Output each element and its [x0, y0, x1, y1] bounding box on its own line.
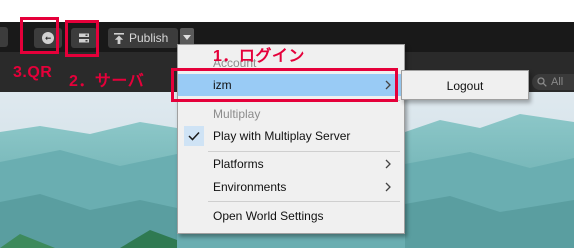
chevron-right-icon	[385, 159, 391, 169]
menu-item-open-world-settings-label: Open World Settings	[213, 209, 324, 223]
menu-item-play-multiplay[interactable]: Play with Multiplay Server	[178, 125, 404, 147]
menu-item-open-world-settings[interactable]: Open World Settings	[178, 205, 404, 227]
server-annotation-label: 2．サーバ	[69, 73, 145, 90]
menu-header-multiplay: Multiplay	[213, 107, 261, 121]
triangle-down-icon	[183, 35, 191, 40]
publish-button-label: Publish	[129, 31, 169, 45]
search-input[interactable]: All	[532, 74, 574, 90]
chevron-right-icon	[385, 182, 391, 192]
checkmark-icon	[184, 126, 204, 146]
window-top-strip	[0, 0, 574, 22]
menu-divider	[208, 151, 400, 152]
menu-item-platforms[interactable]: Platforms	[178, 153, 404, 175]
toolbar-left-button-edge[interactable]	[0, 27, 8, 47]
logout-label: Logout	[446, 79, 484, 93]
qr-highlight-box	[20, 17, 59, 54]
menu-item-environments-label: Environments	[213, 180, 287, 194]
search-placeholder: All	[551, 76, 564, 88]
menu-divider	[208, 201, 400, 202]
publish-button[interactable]: Publish	[108, 28, 178, 48]
search-icon	[537, 77, 547, 87]
qr-annotation-label: 3.QR	[13, 64, 53, 81]
logout-menu-item[interactable]: Logout	[402, 75, 528, 97]
menu-item-platforms-label: Platforms	[213, 157, 264, 171]
upload-arrow-icon	[114, 32, 124, 44]
server-highlight-box	[65, 20, 99, 57]
menu-item-environments[interactable]: Environments	[178, 176, 404, 198]
user-item-highlight-box	[171, 68, 398, 102]
menu-item-play-multiplay-label: Play with Multiplay Server	[213, 129, 351, 143]
account-submenu: Logout	[401, 70, 529, 100]
login-annotation-label: 1．ログイン	[213, 48, 305, 65]
